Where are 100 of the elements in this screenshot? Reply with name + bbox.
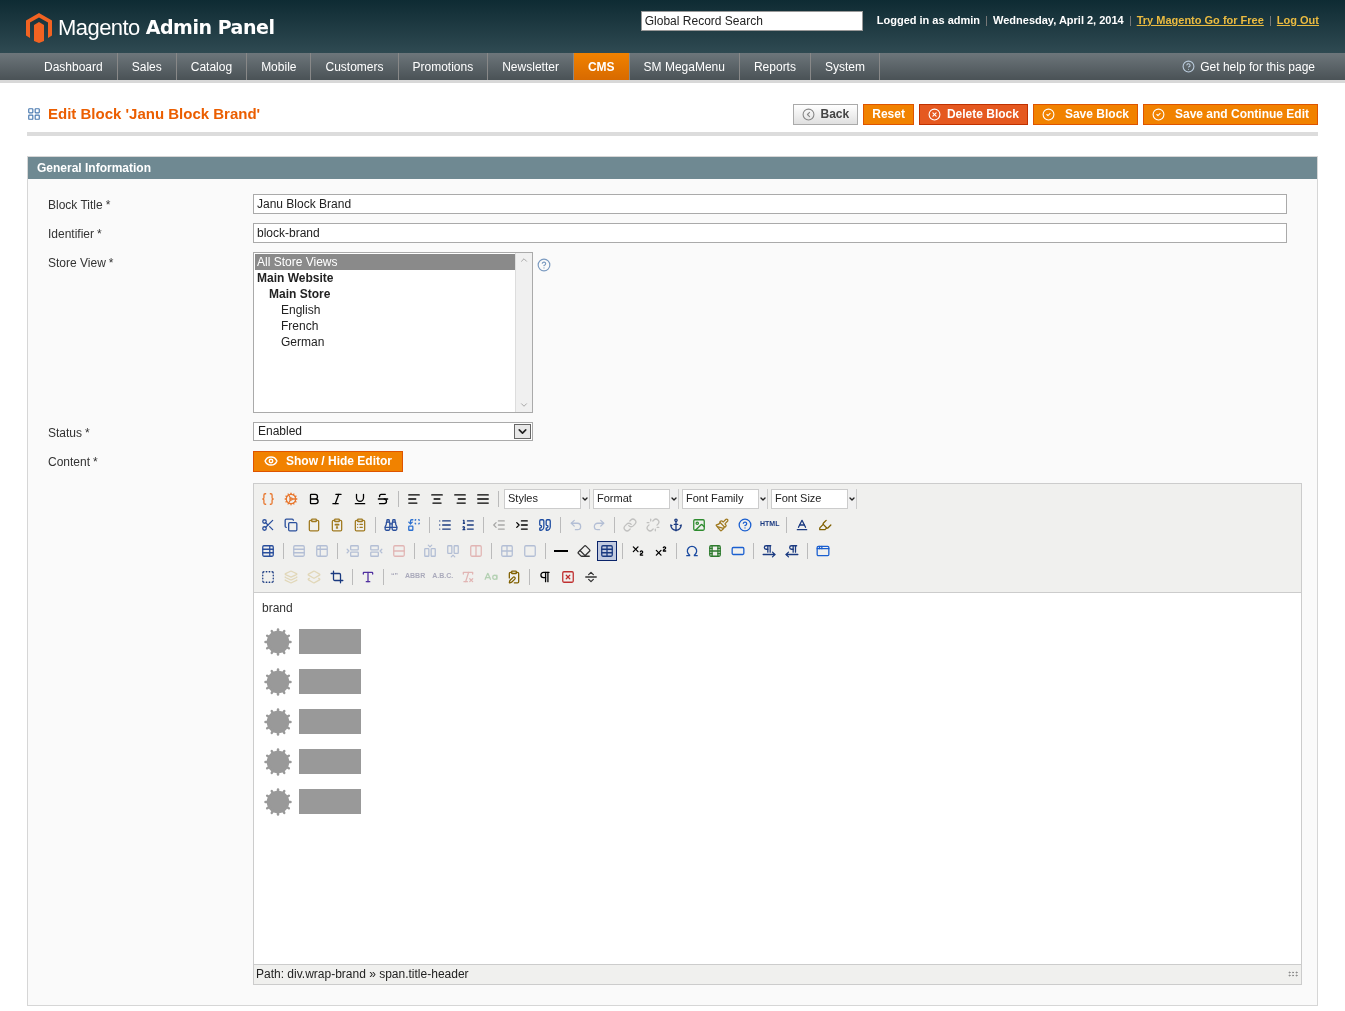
field-label: Block Title <box>48 196 103 214</box>
list-option[interactable]: English <box>255 301 515 318</box>
caret-icon <box>514 423 531 439</box>
redo-icon <box>592 517 606 532</box>
split-cells-icon <box>500 543 514 558</box>
gear-icon <box>262 666 294 697</box>
gear-icon <box>262 626 294 657</box>
bold-icon <box>307 491 321 506</box>
action-button[interactable]: Back <box>792 103 859 125</box>
layers-icon <box>284 569 298 584</box>
toolbar-dropdown[interactable]: Styles <box>504 488 590 509</box>
table-edit-icon <box>261 543 275 558</box>
toolbar-dropdown[interactable]: Font Size <box>771 488 857 509</box>
nav-tab[interactable]: Reports <box>739 53 811 80</box>
image-placeholder <box>299 749 361 774</box>
rtl-icon <box>785 543 799 558</box>
grid-icon <box>27 107 41 122</box>
variable-icon <box>261 491 275 506</box>
nav-tab[interactable]: Newsletter <box>488 53 574 80</box>
row-insert-icon <box>346 543 360 558</box>
undo-icon <box>569 517 583 532</box>
gear-icon <box>262 706 294 737</box>
column-delete-icon <box>469 543 483 558</box>
header-link[interactable]: Try Magento Go for Free <box>1136 12 1264 29</box>
letter-strike-icon <box>461 569 476 584</box>
toolbar-dropdown[interactable]: Font Family <box>682 488 768 509</box>
horizontal-rule-icon <box>554 549 568 552</box>
content-text: brand <box>262 599 294 617</box>
align-justify-icon <box>476 491 490 506</box>
help-link[interactable]: Get help for this page <box>1182 57 1315 76</box>
merge-cells-icon <box>523 543 537 558</box>
required-mark: * <box>85 424 90 442</box>
help-icon[interactable] <box>537 257 551 272</box>
text-color-icon <box>795 517 810 532</box>
image-icon <box>692 517 706 532</box>
subscript-icon <box>631 543 645 558</box>
list-option[interactable]: German <box>255 333 515 350</box>
element-path: Path: div.wrap-brand » span.title-header <box>256 966 469 983</box>
header-link[interactable]: Log Out <box>1276 12 1319 29</box>
search-field[interactable]: Global Record Search <box>640 10 863 31</box>
quote-icon <box>538 517 552 532</box>
nav-tab[interactable]: Mobile <box>247 53 312 80</box>
gear-icon <box>262 746 294 777</box>
logo-subtitle: Admin Panel <box>145 15 275 41</box>
list-option[interactable]: All Store Views <box>255 253 515 270</box>
required-mark: * <box>97 225 102 243</box>
status-select[interactable]: Enabled <box>253 421 533 441</box>
column-insert-icon <box>423 543 437 558</box>
action-button[interactable]: Delete Block <box>918 103 1028 125</box>
eye-icon <box>264 454 278 468</box>
nav-tab[interactable]: Sales <box>117 53 177 80</box>
nav-tab[interactable]: Customers <box>311 53 399 80</box>
eraser-icon <box>577 543 591 558</box>
scrollbar[interactable] <box>515 252 532 412</box>
superscript-icon <box>654 543 668 558</box>
toolbar-button[interactable] <box>597 540 617 561</box>
nav-tab[interactable]: Promotions <box>398 53 489 80</box>
scissors-icon <box>261 517 275 532</box>
clipboard-word-icon <box>353 517 367 532</box>
required-mark: * <box>93 453 98 471</box>
field-label: Identifier <box>48 225 95 243</box>
toolbar-dropdown[interactable]: Format <box>593 488 679 509</box>
help-icon <box>738 517 752 532</box>
fullscreen-icon <box>816 543 830 558</box>
list-option[interactable]: Main Store <box>255 285 515 302</box>
logo-text: Magento <box>58 14 140 42</box>
omega-icon <box>685 543 699 558</box>
nav-tab[interactable]: System <box>810 53 880 80</box>
required-mark: * <box>108 254 114 272</box>
unlink-icon <box>646 517 660 532</box>
italic-icon <box>330 491 344 506</box>
user-label: Logged in as admin <box>876 13 981 29</box>
align-left-icon <box>407 491 421 506</box>
list-option[interactable]: French <box>255 317 515 334</box>
widget-icon <box>284 491 298 506</box>
numbered-list-icon <box>461 517 475 532</box>
align-right-icon <box>453 491 467 506</box>
resize-grip-icon[interactable] <box>1287 968 1299 980</box>
dashed-square-icon <box>261 569 275 584</box>
text-field[interactable]: Janu Block Brand <box>253 193 1287 214</box>
crop-icon <box>330 569 344 584</box>
copy-icon <box>284 517 298 532</box>
ltr-icon <box>762 543 776 558</box>
row-icon <box>292 543 306 558</box>
nonbreaking-icon <box>561 569 576 584</box>
row-delete-icon <box>392 543 406 558</box>
nav-tab[interactable]: Catalog <box>176 53 248 80</box>
date-label: Wednesday, April 2, 2014 <box>993 13 1124 29</box>
align-center-icon <box>430 491 444 506</box>
attributes-icon <box>507 569 522 584</box>
nav-tab[interactable]: SM MegaMenu <box>629 53 740 80</box>
text-field[interactable]: block-brand <box>253 222 1287 243</box>
list-option[interactable]: Main Website <box>255 269 515 286</box>
nav-tab[interactable]: Dashboard <box>30 53 118 80</box>
table-icon <box>600 543 614 558</box>
page-title: Edit Block 'Janu Block Brand' <box>48 104 261 124</box>
editor-content[interactable]: brand <box>254 592 1301 964</box>
store-view-list[interactable]: All Store Views Main Website Main Store English French German <box>253 251 533 413</box>
clipboard-text-icon <box>330 517 344 532</box>
style-letters-icon <box>361 569 375 584</box>
